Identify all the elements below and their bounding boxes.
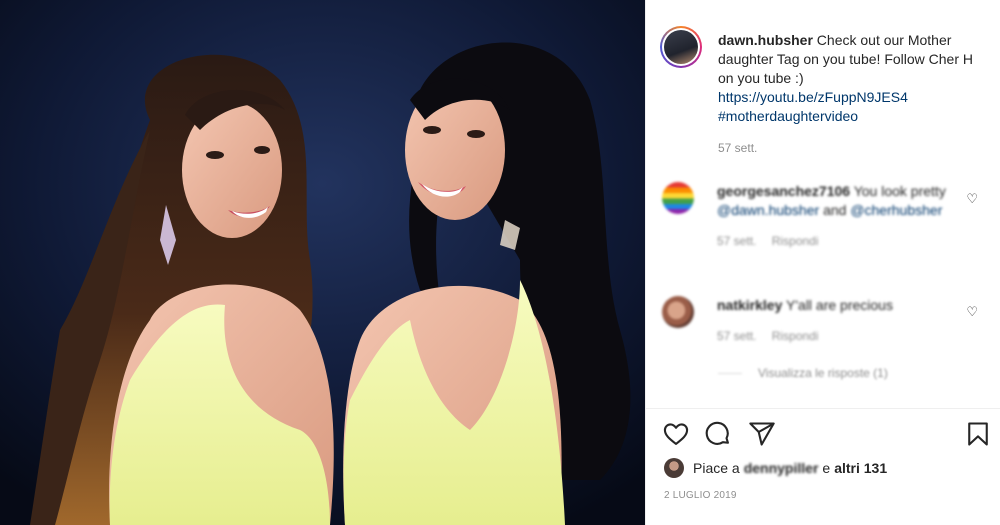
comment-like-heart-icon[interactable]: ♡ xyxy=(966,191,978,207)
comment-bubble-icon[interactable] xyxy=(704,420,732,448)
comment-time[interactable]: 57 sett. xyxy=(717,329,756,343)
caption-time[interactable]: 57 sett. xyxy=(718,139,978,158)
author-username[interactable]: dawn.hubsher xyxy=(718,32,813,48)
comment-text-mid: and xyxy=(823,202,847,218)
commenter-username[interactable]: georgesanchez7106 xyxy=(717,183,850,199)
author-avatar-image xyxy=(664,30,698,64)
commenter-username[interactable]: natkirkley xyxy=(717,297,782,313)
comment-body: natkirkley Y'all are precious 57 sett. R… xyxy=(717,296,957,346)
reply-button[interactable]: Rispondi xyxy=(772,234,819,248)
post-side-panel: dawn.hubsher Check out our Mother daught… xyxy=(645,0,1000,525)
caption-link[interactable]: https://youtu.be/zFuppN9JES4 xyxy=(718,89,908,105)
author-avatar[interactable] xyxy=(660,26,702,68)
view-replies-label: Visualizza le risposte (1) xyxy=(758,366,888,380)
reply-button[interactable]: Rispondi xyxy=(772,329,819,343)
author-avatar-inner xyxy=(662,28,700,66)
paper-plane-icon[interactable] xyxy=(748,420,776,448)
comment-body: georgesanchez7106 You look pretty @dawn.… xyxy=(717,182,957,251)
divider xyxy=(646,408,1000,409)
divider xyxy=(718,372,742,374)
view-replies-button[interactable]: Visualizza le risposte (1) xyxy=(718,366,888,380)
comment-mention[interactable]: @cherhubsher xyxy=(850,202,942,218)
post-date[interactable]: 2 LUGLIO 2019 xyxy=(664,490,737,501)
photo-illustration xyxy=(0,0,645,525)
liker-username[interactable]: dennypiller xyxy=(744,460,819,476)
likes-prefix: Piace a xyxy=(693,460,740,476)
caption-text: dawn.hubsher Check out our Mother daught… xyxy=(718,31,978,158)
comment-text: You look pretty xyxy=(853,183,946,199)
caption-hashtag[interactable]: #motherdaughtervideo xyxy=(718,107,978,126)
comment-time[interactable]: 57 sett. xyxy=(717,234,756,248)
post-photo[interactable] xyxy=(0,0,645,525)
comment-meta: 57 sett. Rispondi xyxy=(717,327,957,346)
bookmark-icon[interactable] xyxy=(964,420,992,448)
likes-summary: Piace a dennypiller e altri 131 xyxy=(664,458,891,478)
heart-icon[interactable] xyxy=(662,420,690,448)
caption-row: dawn.hubsher Check out our Mother daught… xyxy=(660,26,990,158)
liker-avatar[interactable] xyxy=(664,458,684,478)
comment-like-heart-icon[interactable]: ♡ xyxy=(966,304,978,320)
comment-mention[interactable]: @dawn.hubsher xyxy=(717,202,819,218)
likes-others-count[interactable]: altri 131 xyxy=(834,460,887,476)
action-bar xyxy=(662,420,992,448)
comment-item: natkirkley Y'all are precious 57 sett. R… xyxy=(662,296,992,346)
comment-text: Y'all are precious xyxy=(786,297,893,313)
comment-item: georgesanchez7106 You look pretty @dawn.… xyxy=(662,182,992,251)
commenter-avatar[interactable] xyxy=(662,296,694,328)
comment-meta: 57 sett. Rispondi xyxy=(717,232,957,251)
commenter-avatar[interactable] xyxy=(662,182,694,214)
likes-and: e xyxy=(822,460,831,476)
